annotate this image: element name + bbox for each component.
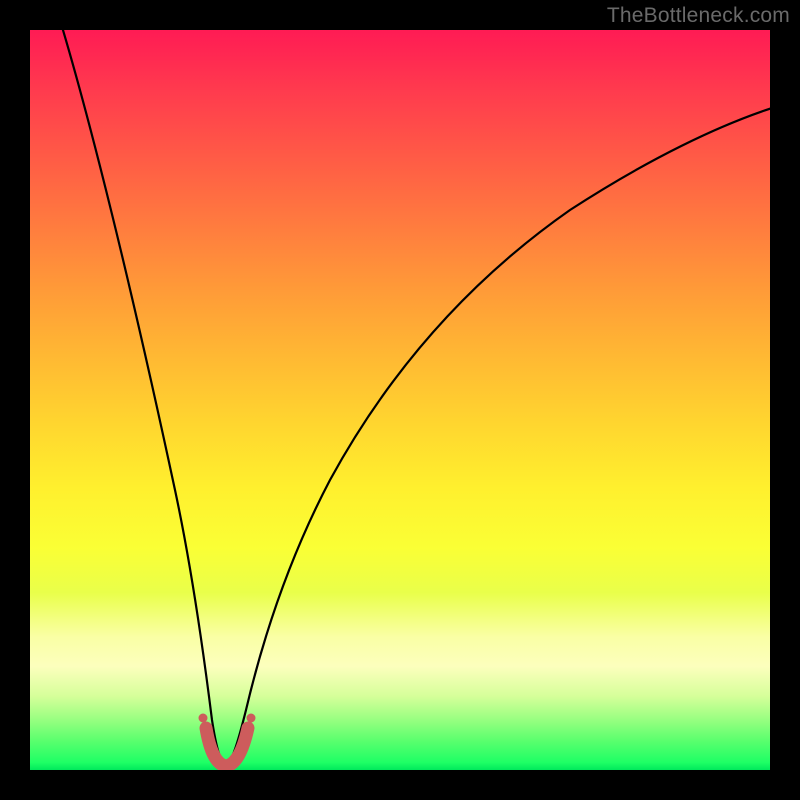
watermark-text: TheBottleneck.com [607,4,790,28]
notch-accent [206,728,248,766]
bottleneck-curve [60,30,770,766]
plot-area [30,30,770,770]
curve-layer [30,30,770,770]
chart-frame: TheBottleneck.com [0,0,800,800]
